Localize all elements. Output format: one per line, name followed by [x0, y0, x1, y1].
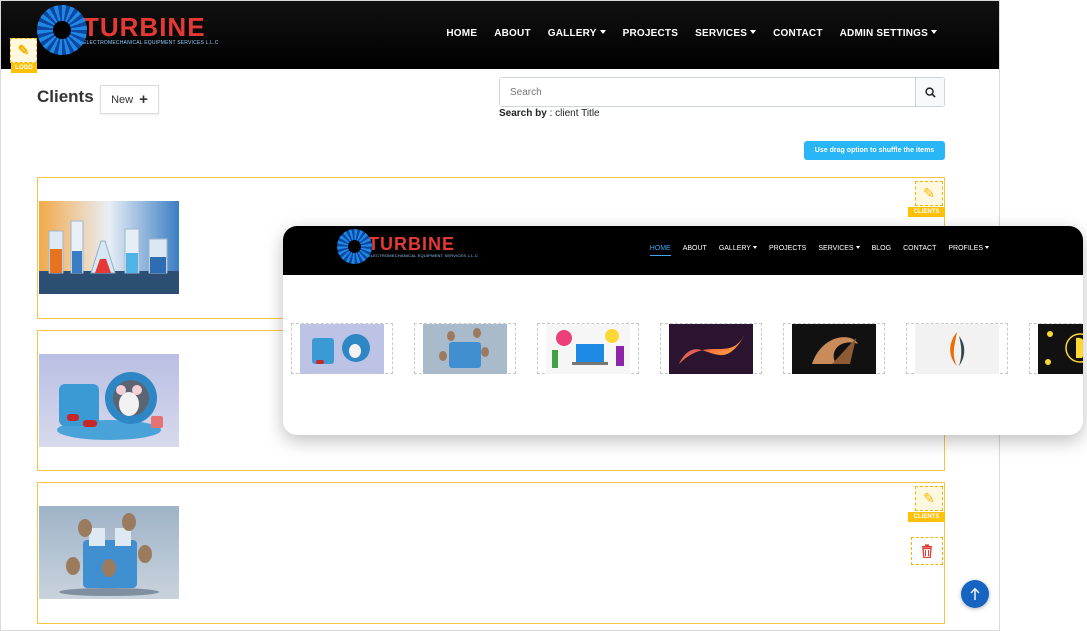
plus-icon: + — [139, 90, 148, 108]
new-button-label: New — [111, 93, 134, 106]
page-title: Clients — [37, 87, 94, 106]
search-button[interactable] — [915, 78, 944, 106]
preview-nav-home[interactable]: HOME — [649, 245, 671, 256]
client-edit-button[interactable]: ✎ — [915, 486, 943, 511]
nav-services[interactable]: SERVICES — [695, 28, 756, 39]
preview-nav-about[interactable]: ABOUT — [683, 245, 707, 256]
logo-edit-button[interactable]: ✎ — [10, 38, 37, 63]
nav-admin-settings[interactable]: ADMIN SETTINGS — [840, 28, 937, 39]
client-tag: CLIENTS — [908, 512, 945, 522]
client-delete-button[interactable] — [911, 537, 943, 565]
search-by-value: : client Title — [549, 108, 600, 119]
turbine-logo-icon — [37, 5, 87, 55]
site-preview-card: TURBINE ELECTROMECHANICAL EQUIPMENT SERV… — [283, 226, 1083, 435]
preview-logo-subtitle: ELECTROMECHANICAL EQUIPMENT SERVICES L.L… — [368, 253, 479, 258]
logo-tag: LOGO — [11, 63, 37, 73]
nav-projects[interactable]: PROJECTS — [623, 28, 679, 39]
client-image-mice-on-containers — [39, 506, 179, 599]
new-client-button[interactable]: New + — [100, 85, 159, 114]
preview-nav-gallery[interactable]: GALLERY — [719, 245, 757, 256]
scroll-to-top-button[interactable] — [961, 580, 989, 608]
strip-image-mice-on-containers — [423, 323, 507, 374]
client-edit-button[interactable]: ✎ — [915, 181, 943, 206]
search-input[interactable] — [500, 78, 915, 106]
nav-gallery[interactable]: GALLERY — [548, 28, 606, 39]
client-row[interactable]: ✎ CLIENTS — [37, 482, 945, 624]
preview-logo[interactable]: TURBINE ELECTROMECHANICAL EQUIPMENT SERV… — [337, 229, 478, 264]
arrow-up-icon — [970, 587, 980, 600]
strip-image-lab-mouse-pills — [300, 323, 384, 374]
drag-shuffle-button[interactable]: Use drag option to shuffle the items — [804, 141, 945, 160]
logo-subtitle: ELECTROMECHANICAL EQUIPMENT SERVICES L.L… — [83, 40, 219, 46]
strip-item[interactable] — [291, 323, 393, 374]
strip-item[interactable] — [537, 323, 639, 374]
strip-item[interactable] — [1029, 323, 1083, 374]
preview-nav-profiles[interactable]: PROFILES — [948, 245, 989, 256]
preview-nav-projects[interactable]: PROJECTS — [769, 245, 806, 256]
preview-nav-contact[interactable]: CONTACT — [903, 245, 936, 256]
preview-nav-blog[interactable]: BLOG — [872, 245, 891, 256]
logo-wordmark: TURBINE — [83, 12, 206, 42]
client-tag: CLIENTS — [908, 207, 945, 217]
search-icon — [924, 86, 936, 98]
nav-about[interactable]: ABOUT — [494, 28, 531, 39]
search-box — [499, 77, 945, 107]
preview-nav-services[interactable]: SERVICES — [818, 245, 859, 256]
nav-contact[interactable]: CONTACT — [773, 28, 823, 39]
nav-home[interactable]: HOME — [446, 28, 477, 39]
strip-item[interactable] — [660, 323, 762, 374]
strip-image-woman-profile-network — [1038, 323, 1083, 374]
main-nav: HOME ABOUT GALLERY PROJECTS SERVICES CON… — [446, 28, 937, 39]
strip-image-flame-logo-white — [915, 323, 999, 374]
strip-item[interactable] — [783, 323, 885, 374]
strip-item[interactable] — [906, 323, 1008, 374]
search-by-label: Search by — [499, 108, 547, 119]
pencil-icon: ✎ — [17, 42, 30, 58]
search-by-hint: Search by : client Title — [499, 108, 600, 119]
trash-icon — [922, 544, 932, 558]
site-logo[interactable]: TURBINE ELECTROMECHANICAL EQUIPMENT SERV… — [37, 5, 219, 55]
strip-image-colorful-laptop-art — [546, 323, 630, 374]
preview-nav: HOME ABOUT GALLERY PROJECTS SERVICES BLO… — [649, 245, 989, 256]
preview-logo-wordmark: TURBINE — [368, 234, 455, 254]
turbine-logo-icon — [337, 229, 372, 264]
strip-image-bronze-abstract-logo — [792, 323, 876, 374]
strip-item[interactable] — [414, 323, 516, 374]
client-image-lab-glassware — [39, 201, 179, 294]
pencil-icon: ✎ — [923, 490, 935, 506]
header-bar: TURBINE ELECTROMECHANICAL EQUIPMENT SERV… — [1, 1, 999, 69]
client-image-lab-mouse-pills — [39, 354, 179, 447]
preview-client-strip — [291, 323, 1083, 374]
pencil-icon: ✎ — [923, 185, 935, 201]
strip-image-abstract-flame-swirl — [669, 323, 753, 374]
preview-header-bar: TURBINE ELECTROMECHANICAL EQUIPMENT SERV… — [283, 226, 1083, 275]
